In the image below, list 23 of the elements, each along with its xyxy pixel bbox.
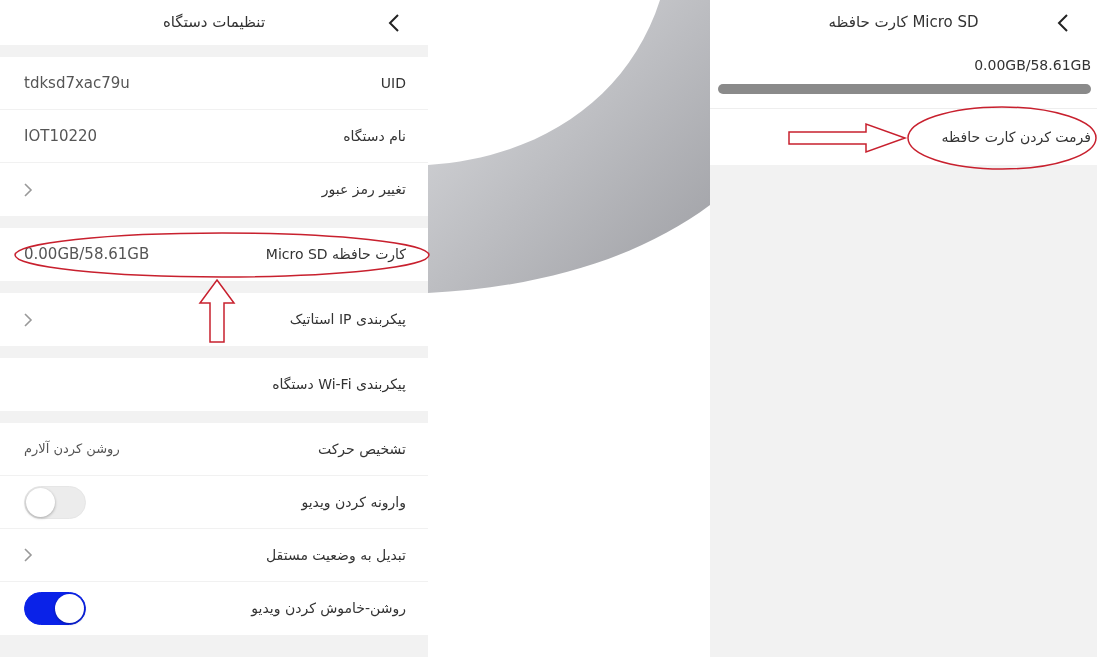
setting-value: روشن کردن آلارم [24,439,120,459]
screen-title: کارت حافظه Micro SD [828,12,979,34]
chevron-icon[interactable] [24,548,33,562]
setting-label: تغییر رمز عبور [321,180,406,200]
screen-title: تنظیمات دستگاه [162,12,266,34]
toggle-switch[interactable] [24,592,86,625]
setting-value: IOT10220 [24,125,98,147]
setting-label: روشن-خاموش کردن ویدیو [251,599,406,619]
setting-value: 0.00GB/58.61GB [24,244,150,266]
back-icon[interactable] [1057,14,1069,32]
setting-label: وارونه کردن ویدیو [301,492,406,513]
chevron-icon[interactable] [24,312,33,327]
setting-label: نام دستگاه [343,126,406,146]
storage-usage: 0.00GB/58.61GB [973,56,1091,75]
setting-value: tdksd7xac79u [24,72,130,94]
setting-label: تشخیص حرکت [317,439,406,460]
chevron-icon[interactable] [24,182,33,197]
setting-label: UID [380,73,406,93]
setting-label: پیکربندی Wi-Fi دستگاه [272,375,406,395]
back-icon[interactable] [388,14,400,32]
setting-label: تبدیل به وضعیت مستقل [266,545,406,566]
setting-label: کارت حافظه Micro SD [265,245,406,265]
setting-label: پیکربندی IP استاتیک [289,310,406,330]
